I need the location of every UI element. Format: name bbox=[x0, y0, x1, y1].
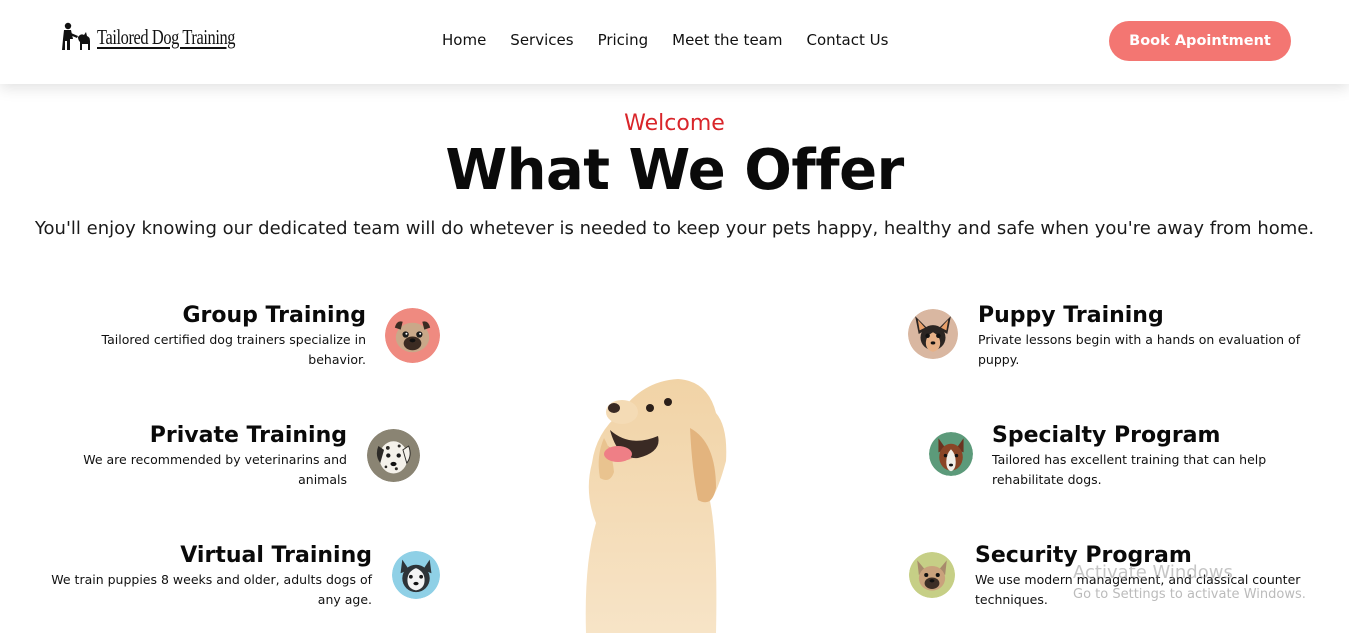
service-description: Private lessons begin with a hands on ev… bbox=[978, 332, 1301, 367]
dalmatian-icon bbox=[367, 429, 420, 482]
service-title: Group Training bbox=[182, 303, 366, 328]
activate-windows-title: Activate Windows bbox=[1073, 562, 1233, 583]
service-description: Tailored has excellent training that can… bbox=[992, 452, 1267, 487]
activate-windows-hint: Go to Settings to activate Windows. bbox=[1073, 587, 1306, 602]
lead-paragraph: You'll enjoy knowing our dedicated team … bbox=[34, 218, 1315, 239]
nav-contact-us[interactable]: Contact Us bbox=[806, 31, 888, 49]
site-header: Tailored Dog Training Home Services Pric… bbox=[0, 0, 1349, 84]
nav-home[interactable]: Home bbox=[442, 31, 486, 49]
service-description: We are recommended by veterinarins and a… bbox=[83, 452, 347, 487]
chihuahua-icon bbox=[908, 309, 958, 359]
service-title: Specialty Program bbox=[992, 423, 1221, 448]
service-virtual-training: Virtual Training We train puppies 8 week… bbox=[50, 542, 372, 610]
service-title: Puppy Training bbox=[978, 303, 1164, 328]
service-description: We train puppies 8 weeks and older, adul… bbox=[51, 572, 372, 607]
collie-icon bbox=[929, 432, 973, 476]
service-title: Virtual Training bbox=[180, 543, 372, 568]
service-title: Private Training bbox=[149, 423, 347, 448]
service-private-training: Private Training We are recommended by v… bbox=[80, 422, 347, 490]
nav-meet-the-team[interactable]: Meet the team bbox=[672, 31, 782, 49]
welcome-eyebrow: Welcome bbox=[624, 111, 725, 136]
dog-trainer-logo-icon bbox=[62, 22, 90, 50]
page-title: What We Offer bbox=[445, 138, 904, 203]
logo-text: Tailored Dog Training bbox=[97, 24, 236, 49]
pug-icon bbox=[385, 308, 440, 363]
service-group-training: Group Training Tailored certified dog tr… bbox=[100, 302, 366, 370]
main-nav: Home Services Pricing Meet the team Cont… bbox=[442, 31, 912, 49]
service-specialty-program: Specialty Program Tailored has excellent… bbox=[992, 422, 1292, 490]
nav-pricing[interactable]: Pricing bbox=[598, 31, 649, 49]
golden-retriever-image bbox=[572, 368, 732, 633]
nav-services[interactable]: Services bbox=[510, 31, 573, 49]
service-puppy-training: Puppy Training Private lessons begin wit… bbox=[978, 302, 1308, 370]
husky-icon bbox=[392, 551, 440, 599]
book-appointment-button[interactable]: Book Apointment bbox=[1109, 21, 1291, 61]
bulldog-icon bbox=[909, 552, 955, 598]
logo[interactable]: Tailored Dog Training bbox=[58, 22, 274, 52]
service-description: Tailored certified dog trainers speciali… bbox=[101, 332, 366, 367]
